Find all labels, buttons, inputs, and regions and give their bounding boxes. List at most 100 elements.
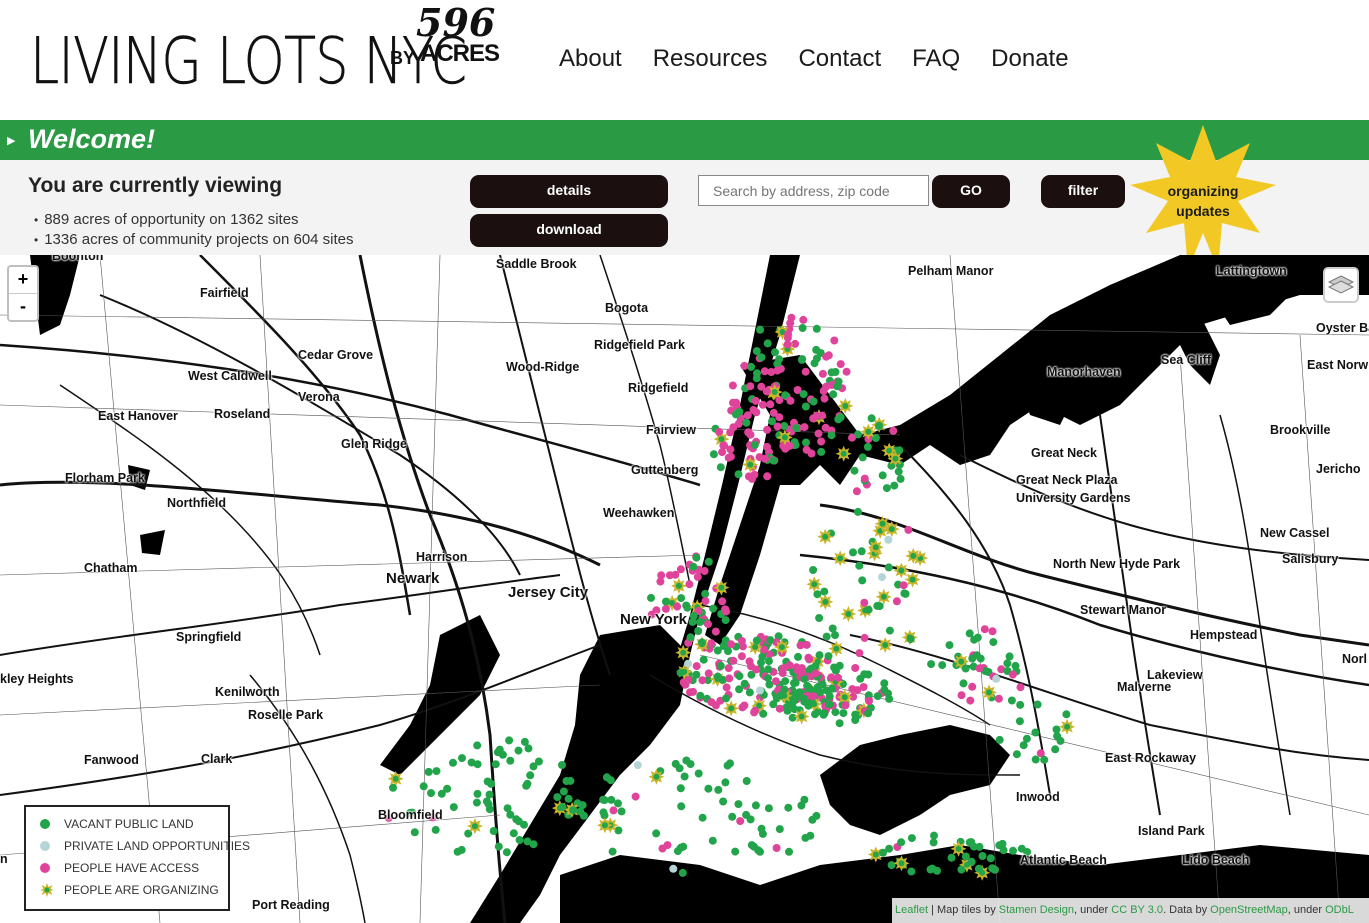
vacant-public-land-marker[interactable] <box>968 654 977 663</box>
access-lot-marker[interactable] <box>724 453 733 462</box>
vacant-public-land-marker[interactable] <box>719 797 728 806</box>
vacant-public-land-marker[interactable] <box>815 614 824 622</box>
access-lot-marker[interactable] <box>701 597 710 606</box>
vacant-public-land-marker[interactable] <box>974 864 983 873</box>
access-lot-marker[interactable] <box>899 581 908 590</box>
vacant-public-land-marker[interactable] <box>927 660 936 669</box>
vacant-public-land-marker[interactable] <box>858 576 867 585</box>
access-lot-marker[interactable] <box>692 662 701 671</box>
vacant-public-land-marker[interactable] <box>689 562 698 571</box>
vacant-public-land-marker[interactable] <box>564 794 573 803</box>
access-lot-marker[interactable] <box>805 655 814 664</box>
access-lot-marker[interactable] <box>760 367 769 376</box>
access-lot-marker[interactable] <box>1016 683 1025 692</box>
vacant-public-land-marker[interactable] <box>790 696 799 705</box>
access-lot-marker[interactable] <box>968 682 977 691</box>
vacant-public-land-marker[interactable] <box>850 466 859 475</box>
access-lot-marker[interactable] <box>824 351 833 360</box>
vacant-public-land-marker[interactable] <box>1007 696 1016 705</box>
vacant-public-land-marker[interactable] <box>802 438 810 447</box>
vacant-public-land-marker[interactable] <box>815 651 824 660</box>
vacant-public-land-marker[interactable] <box>897 838 906 847</box>
vacant-public-land-marker[interactable] <box>764 674 772 683</box>
vacant-public-land-marker[interactable] <box>457 845 466 854</box>
vacant-public-land-marker[interactable] <box>515 836 524 844</box>
access-lot-marker[interactable] <box>760 454 769 463</box>
access-lot-marker[interactable] <box>657 571 666 580</box>
vacant-public-land-marker[interactable] <box>895 446 904 455</box>
vacant-public-land-marker[interactable] <box>947 853 956 862</box>
vacant-public-land-marker[interactable] <box>776 691 785 700</box>
access-lot-marker[interactable] <box>752 408 761 417</box>
vacant-public-land-marker[interactable] <box>766 636 775 645</box>
vacant-public-land-marker[interactable] <box>854 507 862 516</box>
vacant-public-land-marker[interactable] <box>427 789 435 798</box>
access-lot-marker[interactable] <box>786 396 795 405</box>
vacant-public-land-marker[interactable] <box>472 798 481 807</box>
vacant-public-land-marker[interactable] <box>742 777 751 785</box>
nav-resources[interactable]: Resources <box>653 44 768 74</box>
vacant-public-land-marker[interactable] <box>765 657 773 666</box>
vacant-public-land-marker[interactable] <box>485 805 494 814</box>
vacant-public-land-marker[interactable] <box>694 627 703 635</box>
vacant-public-land-marker[interactable] <box>652 829 661 838</box>
vacant-public-land-marker[interactable] <box>692 553 701 562</box>
vacant-public-land-marker[interactable] <box>864 709 873 718</box>
vacant-public-land-marker[interactable] <box>1003 659 1012 668</box>
vacant-public-land-marker[interactable] <box>600 811 609 820</box>
access-lot-marker[interactable] <box>760 645 769 654</box>
access-lot-marker[interactable] <box>820 394 829 403</box>
stamen-link[interactable]: Stamen Design <box>999 904 1074 916</box>
vacant-public-land-marker[interactable] <box>485 790 494 799</box>
vacant-public-land-marker[interactable] <box>800 694 808 703</box>
vacant-public-land-marker[interactable] <box>839 709 848 718</box>
vacant-public-land-marker[interactable] <box>752 374 761 383</box>
vacant-public-land-marker[interactable] <box>894 467 903 476</box>
osm-link[interactable]: OpenStreetMap <box>1210 904 1288 916</box>
access-lot-marker[interactable] <box>827 673 836 682</box>
vacant-public-land-marker[interactable] <box>449 758 457 767</box>
access-lot-marker[interactable] <box>771 677 780 686</box>
access-lot-marker[interactable] <box>707 698 716 707</box>
vacant-public-land-marker[interactable] <box>449 803 458 812</box>
access-lot-marker[interactable] <box>830 336 839 345</box>
vacant-public-land-marker[interactable] <box>771 348 779 357</box>
access-lot-marker[interactable] <box>665 571 674 580</box>
access-lot-marker[interactable] <box>814 429 823 438</box>
private-land-marker[interactable] <box>756 686 764 695</box>
vacant-public-land-marker[interactable] <box>731 847 740 856</box>
vacant-public-land-marker[interactable] <box>813 683 822 692</box>
vacant-public-land-marker[interactable] <box>746 815 755 824</box>
vacant-public-land-marker[interactable] <box>757 658 765 667</box>
vacant-public-land-marker[interactable] <box>781 677 790 686</box>
vacant-public-land-marker[interactable] <box>1009 846 1017 855</box>
leaflet-link[interactable]: Leaflet <box>895 904 928 916</box>
access-lot-marker[interactable] <box>799 315 808 324</box>
access-lot-marker[interactable] <box>892 597 901 606</box>
private-land-marker[interactable] <box>684 659 692 668</box>
vacant-public-land-marker[interactable] <box>880 679 889 688</box>
vacant-public-land-marker[interactable] <box>514 746 523 755</box>
vacant-public-land-marker[interactable] <box>1033 700 1042 709</box>
vacant-public-land-marker[interactable] <box>817 447 826 456</box>
vacant-public-land-marker[interactable] <box>494 842 503 851</box>
vacant-public-land-marker[interactable] <box>443 784 452 793</box>
vacant-public-land-marker[interactable] <box>857 547 866 556</box>
vacant-public-land-marker[interactable] <box>938 661 947 670</box>
vacant-public-land-marker[interactable] <box>961 852 970 861</box>
vacant-public-land-marker[interactable] <box>978 852 987 860</box>
vacant-public-land-marker[interactable] <box>498 750 507 759</box>
access-lot-marker[interactable] <box>734 419 743 428</box>
vacant-public-land-marker[interactable] <box>973 633 982 642</box>
access-lot-marker[interactable] <box>772 844 781 852</box>
vacant-public-land-marker[interactable] <box>873 692 882 701</box>
access-lot-marker[interactable] <box>722 683 731 692</box>
vacant-public-land-marker[interactable] <box>676 668 685 677</box>
vacant-public-land-marker[interactable] <box>828 624 837 633</box>
access-lot-marker[interactable] <box>860 598 869 607</box>
access-lot-marker[interactable] <box>808 692 817 701</box>
access-lot-marker[interactable] <box>852 487 861 496</box>
vacant-public-land-marker[interactable] <box>763 339 772 348</box>
vacant-public-land-marker[interactable] <box>716 463 725 472</box>
access-lot-marker[interactable] <box>763 425 772 434</box>
